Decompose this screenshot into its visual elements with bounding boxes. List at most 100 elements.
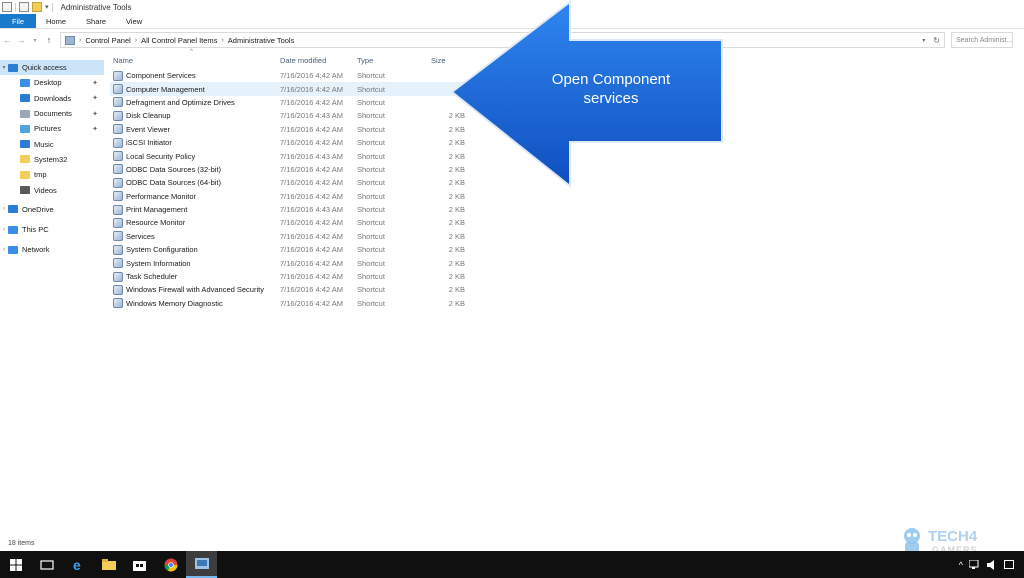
tab-share[interactable]: Share <box>76 14 116 28</box>
sidebar-item-network[interactable]: › Network <box>0 242 104 257</box>
task-view-icon[interactable] <box>31 551 62 578</box>
column-header-type[interactable]: Type <box>353 56 427 65</box>
up-arrow-icon[interactable]: ↑ <box>42 35 56 45</box>
file-name-cell[interactable]: iSCSI Initiator <box>110 137 276 148</box>
taskbar: e ^ <box>0 551 1024 578</box>
sidebar-item-system32[interactable]: System32 <box>0 152 104 167</box>
properties-icon[interactable] <box>19 2 29 12</box>
file-name-cell[interactable]: Event Viewer <box>110 124 276 135</box>
file-row[interactable]: Event Viewer 7/16/2016 4:42 AM Shortcut 2 K… <box>110 123 480 136</box>
file-row[interactable]: Defragment and Optimize Drives 7/16/2016 … <box>110 96 480 109</box>
file-name-cell[interactable]: Local Security Policy <box>110 151 276 162</box>
music-icon <box>20 140 30 149</box>
notifications-icon[interactable] <box>1004 559 1014 570</box>
breadcrumb-control-panel[interactable]: Control Panel <box>85 36 130 45</box>
file-row[interactable]: Print Management 7/16/2016 4:43 AM Shortcu… <box>110 203 480 216</box>
tab-file[interactable]: File <box>0 14 36 28</box>
file-date: 7/16/2016 4:42 AM <box>280 191 343 201</box>
file-name-cell[interactable]: Computer Management <box>110 84 276 95</box>
customize-toolbar-chevron-icon[interactable]: ▾ <box>45 3 49 11</box>
file-name-cell[interactable]: System Configuration <box>110 244 276 255</box>
column-header-name[interactable]: Name <box>110 56 276 65</box>
file-name-cell[interactable]: Windows Firewall with Advanced Security <box>110 284 276 295</box>
sidebar-item-pictures[interactable]: Pictures ✦ <box>0 121 104 136</box>
windows-start-icon[interactable] <box>0 551 31 578</box>
expand-chevron-icon[interactable]: › <box>0 206 8 212</box>
file-name-cell[interactable]: Print Management <box>110 204 276 215</box>
shortcut-icon <box>113 151 123 162</box>
breadcrumb-separator[interactable]: › <box>79 37 81 44</box>
breadcrumb-administrative-tools[interactable]: Administrative Tools <box>228 36 295 45</box>
file-row[interactable]: Task Scheduler 7/16/2016 4:42 AM Shortcut 2… <box>110 270 480 283</box>
column-header-date[interactable]: Date modified <box>276 56 353 65</box>
breadcrumb-separator[interactable]: › <box>221 37 223 44</box>
file-name-cell[interactable]: Windows Memory Diagnostic <box>110 298 276 309</box>
file-type: Shortcut <box>357 97 385 107</box>
file-row[interactable]: Windows Firewall with Advanced Security 7… <box>110 283 480 296</box>
file-name-cell[interactable]: Disk Cleanup <box>110 110 276 121</box>
file-name-cell[interactable]: ODBC Data Sources (32-bit) <box>110 164 276 175</box>
file-row[interactable]: Windows Memory Diagnostic 7/16/2016 4:42 … <box>110 297 480 310</box>
file-name-cell[interactable]: Component Services <box>110 70 276 81</box>
volume-icon[interactable] <box>987 559 998 570</box>
file-row[interactable]: Local Security Policy 7/16/2016 4:43 AM Sh… <box>110 149 480 162</box>
show-hidden-icons-chevron-icon[interactable]: ^ <box>959 560 963 570</box>
file-name: Local Security Policy <box>126 151 196 161</box>
file-row[interactable]: ODBC Data Sources (64-bit) 7/16/2016 4:42… <box>110 176 480 189</box>
file-row[interactable]: Disk Cleanup 7/16/2016 4:43 AM Shortcut 2 K… <box>110 109 480 122</box>
file-name-cell[interactable]: ODBC Data Sources (64-bit) <box>110 177 276 188</box>
file-name-cell[interactable]: Resource Monitor <box>110 217 276 228</box>
file-row[interactable]: iSCSI Initiator 7/16/2016 4:42 AM Shortcut… <box>110 136 480 149</box>
sidebar-item-music[interactable]: Music <box>0 136 104 151</box>
expand-chevron-icon[interactable]: › <box>0 247 8 253</box>
edge-icon[interactable]: e <box>62 551 93 578</box>
new-folder-icon[interactable] <box>32 2 42 12</box>
file-row[interactable]: System Configuration 7/16/2016 4:42 AM Sho… <box>110 243 480 256</box>
file-name-cell[interactable]: Services <box>110 231 276 242</box>
file-name: Computer Management <box>126 84 205 94</box>
file-name-cell[interactable]: System Information <box>110 258 276 269</box>
sidebar-item-this-pc[interactable]: › This PC <box>0 222 104 237</box>
tab-view[interactable]: View <box>116 14 152 28</box>
tab-home[interactable]: Home <box>36 14 76 28</box>
breadcrumb-all-items[interactable]: All Control Panel Items <box>141 36 217 45</box>
file-name-cell[interactable]: Task Scheduler <box>110 271 276 282</box>
download-icon <box>20 94 30 103</box>
store-icon[interactable] <box>124 551 155 578</box>
file-row[interactable]: Services 7/16/2016 4:42 AM Shortcut 2 KB <box>110 230 480 243</box>
file-row[interactable]: Computer Management 7/16/2016 4:42 AM Shor… <box>110 82 480 96</box>
sidebar-item-label: tmp <box>34 170 47 180</box>
sidebar-item-tmp[interactable]: tmp <box>0 167 104 182</box>
file-row[interactable]: Component Services 7/16/2016 4:42 AM Short… <box>110 69 480 82</box>
expand-chevron-icon[interactable]: ▾ <box>0 64 8 71</box>
address-dropdown-chevron-icon[interactable]: ▾ <box>922 37 925 44</box>
file-name-cell[interactable]: Performance Monitor <box>110 191 276 202</box>
back-arrow-icon[interactable]: ← <box>0 35 14 45</box>
file-name-cell[interactable]: Defragment and Optimize Drives <box>110 97 276 108</box>
chrome-icon[interactable] <box>155 551 186 578</box>
file-row[interactable]: Performance Monitor 7/16/2016 4:42 AM Shor… <box>110 190 480 203</box>
expand-chevron-icon[interactable]: › <box>0 227 8 233</box>
forward-arrow-icon[interactable]: → <box>14 35 28 45</box>
sidebar-item-documents[interactable]: Documents ✦ <box>0 106 104 121</box>
file-row[interactable]: System Information 7/16/2016 4:42 AM Short… <box>110 256 480 269</box>
refresh-icon[interactable]: ↻ <box>933 36 940 45</box>
file-explorer-icon[interactable] <box>93 551 124 578</box>
recent-locations-chevron-icon[interactable]: ▾ <box>28 37 42 44</box>
network-tray-icon[interactable] <box>969 559 981 570</box>
quick-access-toolbar-icon[interactable] <box>2 2 12 12</box>
admin-tools-icon[interactable] <box>186 551 217 578</box>
videos-icon <box>20 186 30 195</box>
sidebar-item-downloads[interactable]: Downloads ✦ <box>0 91 104 106</box>
sidebar-item-quick-access[interactable]: ▾ Quick access <box>0 60 104 76</box>
sidebar-item-label: System32 <box>34 154 68 164</box>
search-input[interactable]: Search Administ... <box>951 32 1013 48</box>
file-size: 2 KB <box>448 298 465 308</box>
sidebar-item-videos[interactable]: Videos <box>0 182 104 197</box>
sidebar-item-onedrive[interactable]: › OneDrive <box>0 202 104 217</box>
file-row[interactable]: Resource Monitor 7/16/2016 4:42 AM Shortcu… <box>110 216 480 229</box>
sidebar-item-desktop[interactable]: Desktop ✦ <box>0 75 104 90</box>
file-row[interactable]: ODBC Data Sources (32-bit) 7/16/2016 4:42… <box>110 163 480 176</box>
breadcrumb-separator[interactable]: › <box>135 37 137 44</box>
onedrive-icon <box>8 205 18 214</box>
